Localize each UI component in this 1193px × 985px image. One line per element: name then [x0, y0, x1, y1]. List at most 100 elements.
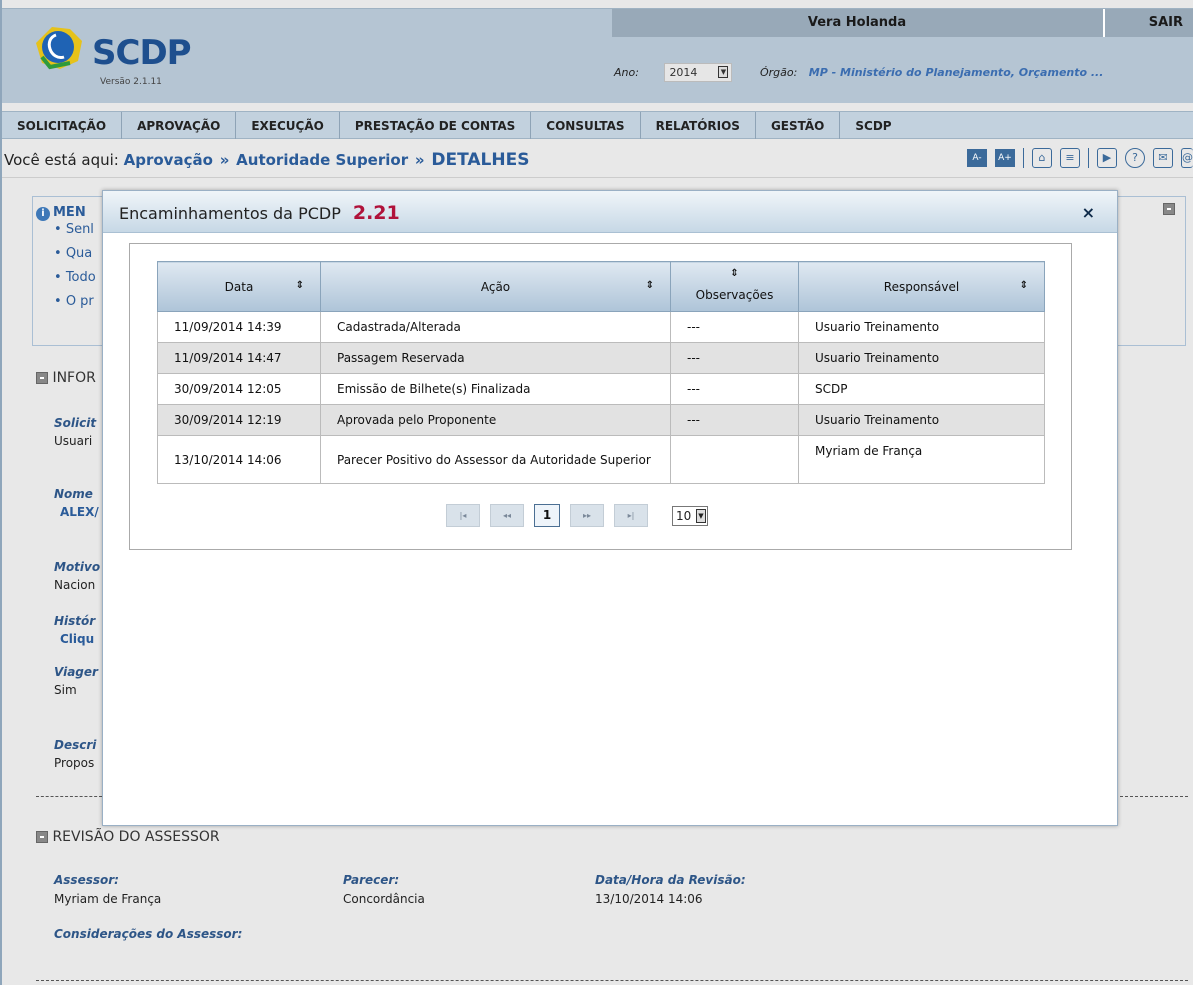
video-icon[interactable]: ▶	[1097, 148, 1117, 168]
modal-body: Data ⇕ Ação ⇕ ⇕ Observações Responsável ⇕ 11…	[129, 243, 1072, 550]
history-link[interactable]: Cliqu	[60, 632, 94, 646]
menu-gestao[interactable]: GESTÃO	[756, 112, 841, 139]
breadcrumb-autoridade-superior[interactable]: Autoridade Superior	[236, 151, 408, 169]
cell-acao: Cadastrada/Alterada	[320, 311, 671, 343]
prev-page-button[interactable]: ◂◂	[490, 504, 524, 527]
menu-execucao[interactable]: EXECUÇÃO	[236, 112, 340, 139]
sort-icon: ⇕	[295, 280, 304, 291]
collapse-icon	[36, 831, 48, 843]
field-label: Solicit	[54, 416, 97, 430]
menu-prestacao-de-contas[interactable]: PRESTAÇÃO DE CONTAS	[340, 112, 532, 139]
menu-aprovacao[interactable]: APROVAÇÃO	[122, 112, 237, 139]
column-header-observacoes[interactable]: ⇕ Observações	[670, 261, 799, 312]
chevron-down-icon: ▼	[696, 508, 706, 523]
close-icon[interactable]: ×	[1082, 203, 1095, 222]
messages-title: i MEN	[36, 205, 86, 221]
user-bar: Vera Holanda SAIR	[612, 9, 1193, 37]
table-row[interactable]: 11/09/2014 14:39 Cadastrada/Alterada ---…	[157, 311, 1045, 343]
breadcrumb-separator: »	[414, 151, 425, 169]
logo-name: SCDP	[92, 33, 192, 73]
field-label: Histór	[54, 614, 96, 628]
sort-icon: ⇕	[645, 280, 654, 291]
field-value: Usuari	[54, 434, 93, 448]
pagination: |◂ ◂◂ 1 ▸▸ ▸| 10 ▼	[446, 504, 708, 527]
collapse-icon	[36, 372, 48, 384]
current-page-button[interactable]: 1	[534, 504, 560, 527]
main-menu: SOLICITAÇÃO APROVAÇÃO EXECUÇÃO PRESTAÇÃO…	[2, 111, 1193, 139]
font-increase-button[interactable]: A+	[995, 149, 1015, 167]
toolbar-divider	[1023, 148, 1024, 168]
field-value: ALEX/	[60, 505, 99, 519]
user-name: Vera Holanda	[807, 15, 907, 30]
year-value: 2014	[669, 66, 698, 79]
field-label: Viager	[54, 665, 98, 679]
cell-observacoes: ---	[670, 342, 799, 374]
chat-icon[interactable]: ≡	[1060, 148, 1080, 168]
modal-title: Encaminhamentos da PCDP	[119, 204, 341, 223]
info-section-title[interactable]: INFOR	[36, 370, 96, 386]
page-size-select[interactable]: 10 ▼	[672, 505, 708, 526]
divider	[36, 980, 1188, 981]
menu-consultas[interactable]: CONSULTAS	[531, 112, 641, 139]
menu-scdp[interactable]: SCDP	[840, 112, 906, 139]
menu-relatorios[interactable]: RELATÓRIOS	[641, 112, 756, 139]
org-value: MP - Ministério do Planejamento, Orçamen…	[808, 66, 1104, 79]
cell-observacoes: ---	[670, 311, 799, 343]
table-row[interactable]: 13/10/2014 14:06 Parecer Positivo do Ass…	[157, 435, 1045, 484]
datahora-value: 13/10/2014 14:06	[595, 892, 703, 906]
message-item: • O pr	[54, 294, 94, 309]
feedback-icon[interactable]: @	[1181, 148, 1193, 168]
cell-acao: Parecer Positivo do Assessor da Autorida…	[320, 435, 671, 484]
column-header-responsavel[interactable]: Responsável ⇕	[798, 261, 1045, 312]
first-page-button[interactable]: |◂	[446, 504, 480, 527]
sort-icon: ⇕	[1019, 280, 1028, 291]
table-row[interactable]: 30/09/2014 12:05 Emissão de Bilhete(s) F…	[157, 373, 1045, 405]
logout-button[interactable]: SAIR	[1103, 9, 1193, 37]
parecer-value: Concordância	[343, 892, 425, 906]
parecer-label: Parecer:	[343, 873, 400, 887]
table-row[interactable]: 11/09/2014 14:47 Passagem Reservada --- …	[157, 342, 1045, 374]
menu-solicitacao[interactable]: SOLICITAÇÃO	[2, 112, 123, 139]
scdp-logo[interactable]: SCDP Versão 2.1.11	[30, 15, 240, 95]
breadcrumb-aprovacao[interactable]: Aprovação	[124, 151, 213, 169]
help-icon[interactable]: ?	[1125, 148, 1145, 168]
cell-data: 30/09/2014 12:05	[157, 373, 321, 405]
mail-icon[interactable]: ✉	[1153, 148, 1173, 168]
datahora-label: Data/Hora da Revisão:	[595, 873, 746, 887]
message-item: • Todo	[54, 270, 96, 285]
header-filters: Ano: 2014 ▼ Órgão: MP - Ministério do Pla…	[614, 63, 1103, 82]
home-icon[interactable]: ⌂	[1032, 148, 1052, 168]
field-label: Motivo	[54, 560, 101, 574]
column-header-acao[interactable]: Ação ⇕	[320, 261, 671, 312]
cell-data: 13/10/2014 14:06	[157, 435, 321, 484]
breadcrumb-prefix: Você está aqui:	[4, 151, 119, 169]
table-header-row: Data ⇕ Ação ⇕ ⇕ Observações Responsável ⇕	[157, 261, 1045, 312]
last-page-button[interactable]: ▸|	[614, 504, 648, 527]
page-size-value: 10	[676, 508, 692, 523]
column-header-data[interactable]: Data ⇕	[157, 261, 321, 312]
review-section-title[interactable]: REVISÃO DO ASSESSOR	[36, 829, 220, 845]
header: SCDP Versão 2.1.11 Vera Holanda SAIR Ano…	[2, 8, 1193, 103]
modal-code: 2.21	[352, 202, 400, 224]
year-select[interactable]: 2014 ▼	[664, 63, 733, 82]
message-item: • Qua	[54, 246, 93, 261]
cell-observacoes: ---	[670, 373, 799, 405]
cell-responsavel: Usuario Treinamento	[798, 404, 1045, 436]
field-label: Nome	[54, 487, 93, 501]
collapse-icon[interactable]	[1163, 203, 1175, 215]
assessor-value: Myriam de França	[54, 892, 162, 906]
table-row[interactable]: 30/09/2014 12:19 Aprovada pelo Proponent…	[157, 404, 1045, 436]
version-label: Versão 2.1.11	[100, 77, 162, 87]
cell-data: 30/09/2014 12:19	[157, 404, 321, 436]
year-label: Ano:	[614, 66, 639, 79]
routing-table: Data ⇕ Ação ⇕ ⇕ Observações Responsável ⇕ 11…	[157, 261, 1045, 484]
cell-acao: Passagem Reservada	[320, 342, 671, 374]
logo-emblem-icon	[36, 27, 82, 70]
next-page-button[interactable]: ▸▸	[570, 504, 604, 527]
toolbar-icons: A- A+ ⌂ ≡ ▶ ? ✉ @	[967, 148, 1193, 168]
app-window: SCDP Versão 2.1.11 Vera Holanda SAIR Ano…	[0, 0, 1193, 985]
font-decrease-button[interactable]: A-	[967, 149, 987, 167]
cell-acao: Aprovada pelo Proponente	[320, 404, 671, 436]
cell-data: 11/09/2014 14:39	[157, 311, 321, 343]
field-value: Sim	[54, 683, 77, 697]
